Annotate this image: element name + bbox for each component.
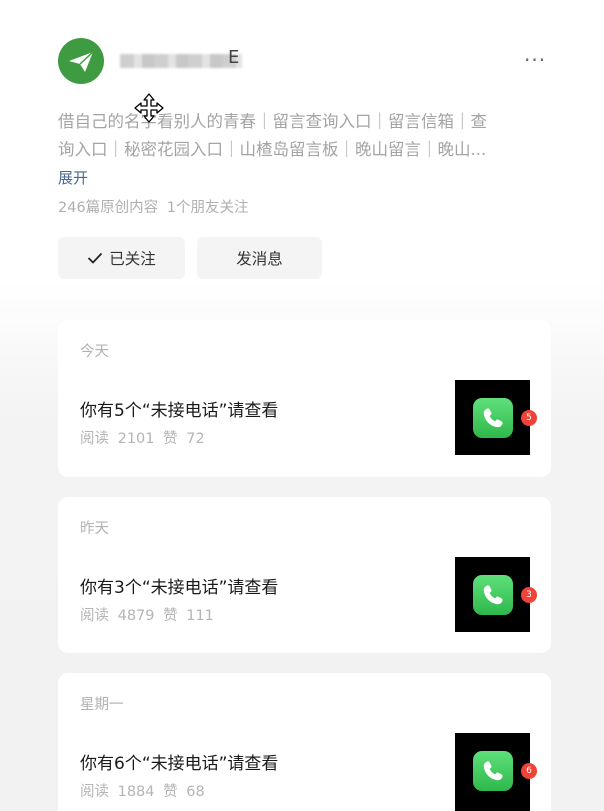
account-stats: 246篇原创内容 1个朋友关注 [58, 200, 249, 216]
phone-icon [483, 408, 503, 428]
notification-badge: 3 [521, 587, 537, 603]
phone-icon [483, 585, 503, 605]
phone-app-icon: 5 [473, 398, 537, 438]
check-icon [88, 252, 103, 264]
followed-label: 已关注 [109, 250, 156, 268]
article-date: 今天 [80, 344, 109, 360]
account-name: E [228, 47, 240, 68]
account-name-blurred [120, 54, 242, 68]
article-meta: 阅读 2101 赞 72 [80, 431, 205, 447]
article-meta: 阅读 4879 赞 111 [80, 608, 214, 624]
notification-badge: 5 [521, 410, 537, 426]
account-header: E ··· [58, 38, 558, 86]
send-message-label: 发消息 [236, 250, 283, 268]
avatar[interactable] [58, 38, 104, 84]
article-card[interactable]: 星期一 你有6个“未接电话”请查看 阅读 1884 赞 68 6 [58, 673, 551, 811]
expand-link[interactable]: 展开 [58, 167, 88, 188]
phone-app-icon: 6 [473, 751, 537, 791]
article-thumbnail[interactable]: 5 [455, 380, 537, 455]
description-line: 借自己的名字看别人的青春｜留言查询入口｜留言信箱｜查 [58, 112, 487, 131]
send-message-button[interactable]: 发消息 [197, 237, 322, 279]
account-description: 借自己的名字看别人的青春｜留言查询入口｜留言信箱｜查 询入口｜秘密花园入口｜山楂… [58, 108, 548, 164]
article-date: 星期一 [80, 697, 124, 713]
article-thumbnail[interactable]: 6 [455, 733, 537, 811]
followed-button[interactable]: 已关注 [58, 237, 185, 279]
paper-plane-icon [69, 51, 94, 72]
article-title[interactable]: 你有5个“未接电话”请查看 [80, 396, 278, 421]
article-title[interactable]: 你有6个“未接电话”请查看 [80, 749, 278, 774]
article-card[interactable]: 昨天 你有3个“未接电话”请查看 阅读 4879 赞 111 3 [58, 497, 551, 653]
article-meta: 阅读 1884 赞 68 [80, 784, 205, 800]
article-thumbnail[interactable]: 3 [455, 557, 537, 632]
phone-icon [483, 761, 503, 781]
notification-badge: 6 [521, 763, 537, 779]
article-date: 昨天 [80, 521, 109, 537]
phone-app-icon: 3 [473, 575, 537, 615]
article-card[interactable]: 今天 你有5个“未接电话”请查看 阅读 2101 赞 72 5 [58, 320, 551, 477]
description-line: 询入口｜秘密花园入口｜山楂岛留言板｜晚山留言｜晚山... [58, 140, 487, 159]
move-cursor-icon [134, 93, 164, 123]
more-icon[interactable]: ··· [524, 48, 546, 72]
article-title[interactable]: 你有3个“未接电话”请查看 [80, 573, 278, 598]
